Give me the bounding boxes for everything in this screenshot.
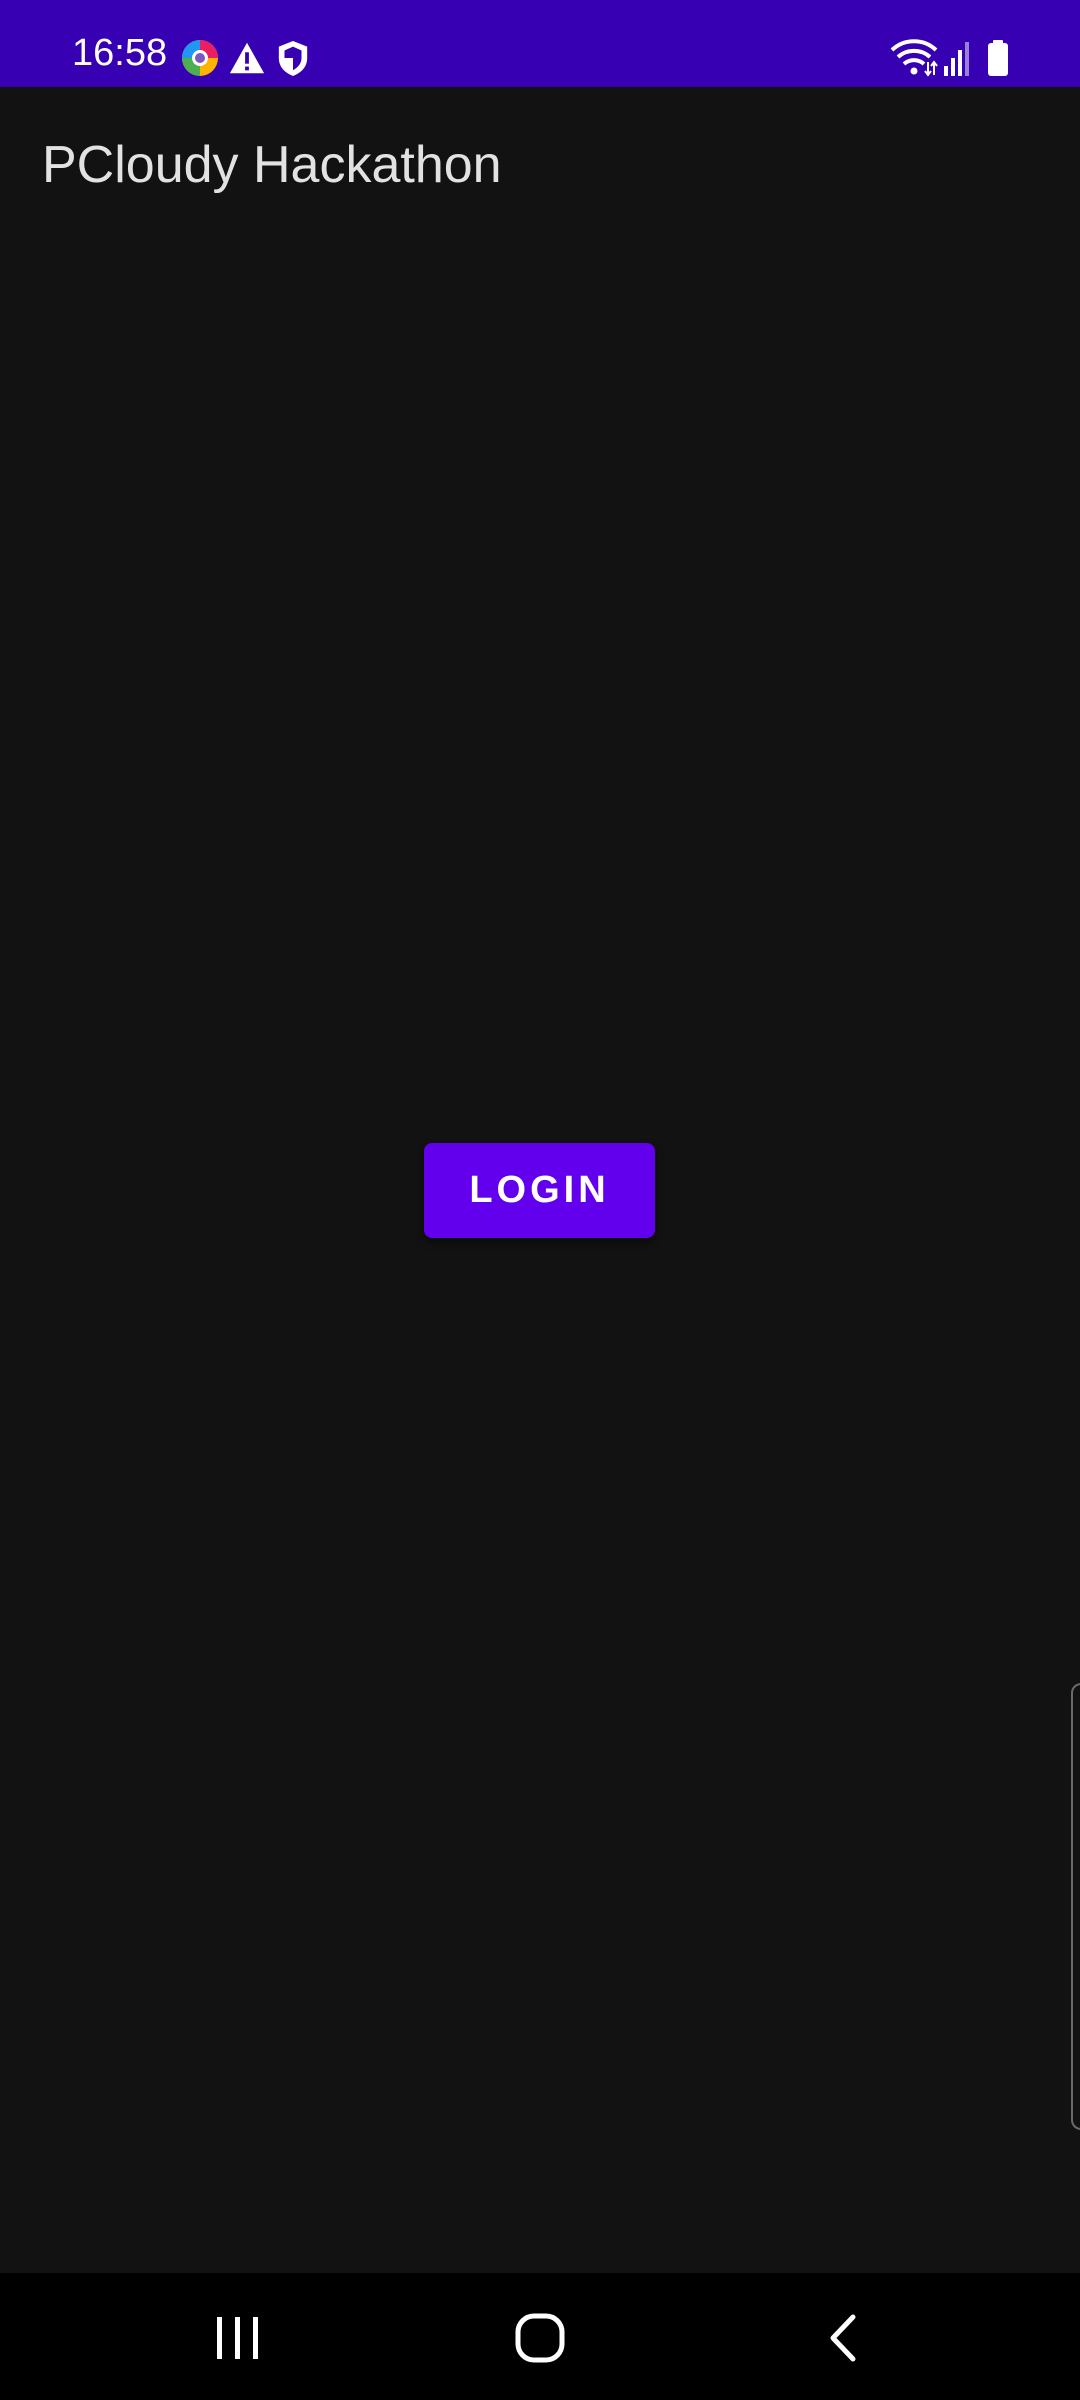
shield-icon [278, 41, 308, 76]
app-bar: PCloudy Hackathon [0, 87, 1080, 241]
recents-icon [217, 2317, 258, 2359]
recents-button[interactable] [178, 2293, 298, 2383]
warning-icon [229, 42, 265, 74]
edge-panel-handle[interactable] [1071, 1683, 1080, 2130]
home-icon [515, 2313, 565, 2363]
back-icon [830, 2314, 856, 2362]
app-title: PCloudy Hackathon [42, 136, 502, 194]
back-button[interactable] [782, 2293, 902, 2383]
multicolor-app-icon [182, 40, 218, 76]
app-screen: 16:58 PCloudy Hackathon LOGIN [0, 0, 1080, 2400]
login-button[interactable]: LOGIN [424, 1143, 655, 1238]
navigation-bar [0, 2273, 1080, 2400]
battery-icon [988, 40, 1008, 76]
status-time: 16:58 [72, 32, 168, 74]
wifi-icon [890, 39, 938, 77]
home-button[interactable] [480, 2293, 600, 2383]
status-bar: 16:58 [0, 0, 1080, 87]
signal-icon [944, 42, 969, 76]
